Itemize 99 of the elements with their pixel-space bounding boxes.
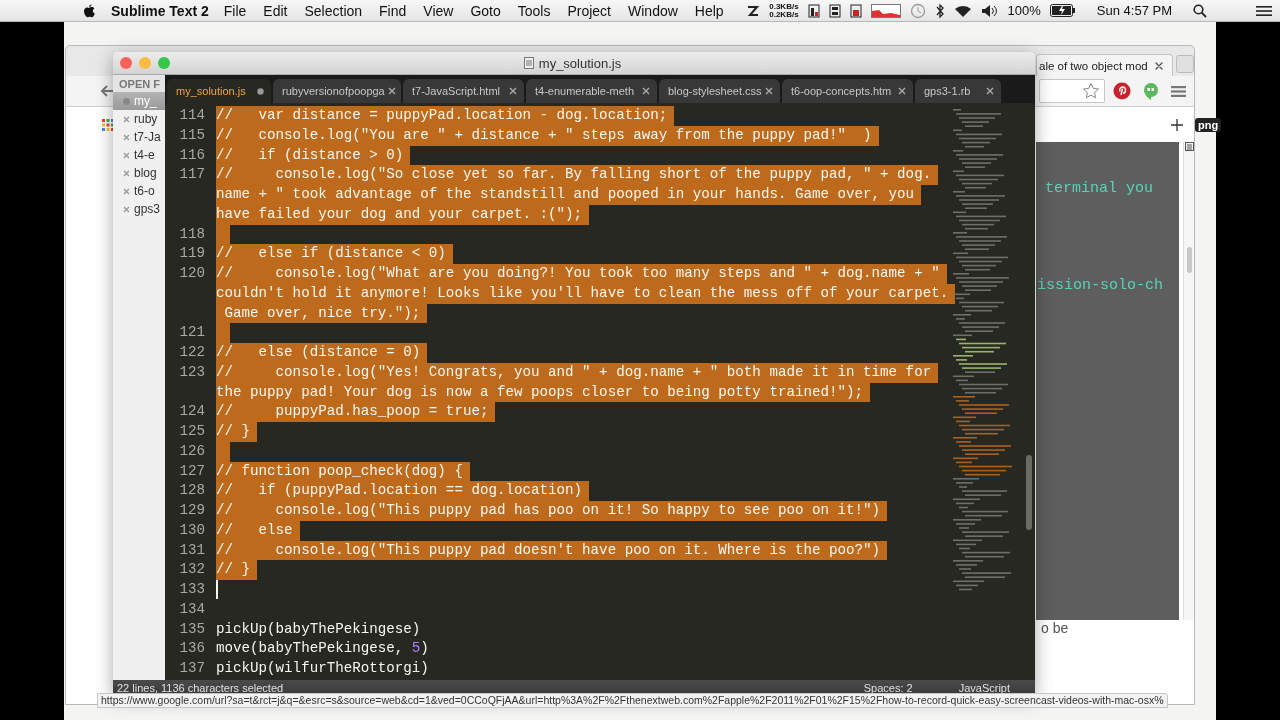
window-title: my_solution.js	[538, 55, 622, 71]
network-speed: 0.2KB/s	[769, 10, 799, 19]
line-number: 134	[178, 599, 206, 619]
wifi-icon[interactable]	[953, 3, 972, 18]
code-line: move(babyThePekingese, 5)	[216, 639, 429, 659]
close-icon[interactable]	[765, 87, 773, 95]
editor-tab[interactable]: t4-enumerable-meth	[526, 79, 657, 103]
line-number: 119	[178, 244, 206, 264]
editor-tab[interactable]: t6-oop-concepts.htm	[782, 79, 913, 103]
link-preview: https://www.google.com/url?sa=t&rct=j&q=&esrc=s&source=web&cd=1&ved=0CCoQFjAA&url=http%3A%2F%2Fthenextweb.com%2Fapple%2F2011%2F01%2F15%2Fhow-to-record-quick-easy-screencast-videos-with-mac-osx%	[97, 693, 1168, 708]
bluetooth-icon[interactable]	[934, 2, 945, 19]
network-speed: 0.3KB/s	[769, 2, 799, 11]
sidebar-header: OPEN F	[113, 75, 165, 92]
editor-tab[interactable]: my_solution.js	[167, 79, 271, 103]
line-number: 123	[178, 362, 206, 382]
line-number: 117	[178, 165, 206, 185]
menu-item[interactable]: Tools	[517, 2, 551, 19]
sidebar-item[interactable]: t6-o	[113, 182, 165, 200]
close-icon[interactable]	[986, 87, 994, 95]
menu-item[interactable]: Selection	[304, 2, 363, 19]
scrollbar-thumb[interactable]	[1186, 247, 1192, 273]
line-number: 118	[178, 224, 206, 244]
menu-item[interactable]: Goto	[470, 2, 501, 19]
battery-icon[interactable]	[1049, 4, 1076, 17]
pin-logo-icon[interactable]	[1113, 82, 1131, 100]
menu-item[interactable]: Help	[694, 2, 724, 19]
selection-status: 22 lines, 1136 characters selected	[117, 681, 284, 694]
line-number: 114	[178, 106, 206, 125]
search-icon[interactable]	[1193, 3, 1207, 18]
editor-tab[interactable]: blog-stylesheet.css	[659, 79, 780, 103]
app-name[interactable]: Sublime Text 2	[111, 2, 209, 19]
close-icon[interactable]	[509, 87, 517, 95]
menu-item[interactable]: Project	[567, 2, 611, 19]
line-number: 125	[178, 422, 206, 441]
line-number: 115	[178, 125, 206, 145]
line-number: 116	[178, 145, 206, 165]
line-number: 136	[178, 639, 206, 659]
line-number: 124	[178, 402, 206, 422]
line-number: 132	[178, 560, 206, 580]
page-text: o be	[1041, 620, 1069, 636]
menu-item[interactable]: Window	[628, 2, 678, 19]
sidebar-item[interactable]: t4-e	[113, 146, 165, 164]
close-icon[interactable]	[1153, 60, 1164, 71]
file-icon	[523, 57, 534, 69]
volume-icon[interactable]	[980, 3, 999, 18]
apple-icon[interactable]	[82, 2, 96, 19]
editor-tab[interactable]: t7-JavaScript.html	[403, 79, 524, 103]
editor-tab[interactable]: gps3-1.rb	[915, 79, 1001, 103]
scrollbar-thumb[interactable]	[1026, 455, 1032, 530]
sidebar-item[interactable]: ruby	[113, 110, 165, 128]
sidebar-item[interactable]: gps3	[113, 200, 165, 218]
editor-tab[interactable]: rubyversionofpoopga	[273, 79, 401, 103]
menu-icon[interactable]	[1171, 84, 1186, 98]
line-number: 130	[178, 520, 206, 540]
code-line: pickUp(babyThePekingese)	[216, 619, 421, 639]
line-number: 121	[178, 323, 206, 343]
cpu-graph-icon[interactable]	[870, 3, 901, 18]
line-number: 128	[178, 481, 206, 501]
back-arrow-icon[interactable]	[100, 84, 114, 98]
line-number: 127	[178, 461, 206, 481]
clock[interactable]: Sun 4:57 PM	[1096, 3, 1172, 18]
list-icon[interactable]	[1256, 4, 1272, 17]
code-line: // console.log("So close yet so far. By falling short of the puppy pad, " + dog. name + " took advantage of the standstill and pooped in your hands. Game over, you have failed your dog and your carpet. :(");	[216, 165, 939, 225]
line-number: 137	[178, 659, 206, 678]
star-icon[interactable]	[1082, 82, 1100, 100]
line-number: 120	[178, 264, 206, 283]
indentation-status[interactable]: Spaces: 2	[863, 681, 913, 694]
line-number: 122	[178, 343, 206, 362]
line-number: 131	[178, 540, 206, 560]
menu-item[interactable]: Find	[379, 2, 407, 19]
menu-item[interactable]: View	[423, 2, 454, 19]
browser-tab[interactable]: ale of two object mod	[1036, 54, 1173, 76]
dot-icon	[257, 87, 264, 95]
battery-percent: 100%	[1007, 3, 1041, 18]
terminal-text: ission-solo-ch	[1036, 277, 1165, 294]
line-number: 126	[178, 441, 206, 461]
line-number: 129	[178, 501, 206, 520]
plus-icon[interactable]	[1170, 117, 1184, 132]
sidebar-item[interactable]: t7-Ja	[113, 128, 165, 146]
syntax-status[interactable]: JavaScript	[958, 681, 1010, 694]
cpu-meter-icon[interactable]	[849, 3, 862, 18]
dot-icon	[123, 97, 130, 105]
close-icon[interactable]	[642, 87, 650, 95]
menu-item[interactable]: File	[223, 2, 247, 19]
file-label[interactable]: png	[1195, 118, 1222, 132]
terminal-text: terminal you	[1044, 180, 1155, 197]
code-line: pickUp(wilfurTheRottorgi)	[216, 659, 429, 678]
sidebar-item[interactable]: blog	[113, 164, 165, 182]
disk-meter-icon[interactable]	[828, 3, 841, 18]
line-number: 133	[178, 580, 206, 599]
line-number: 135	[178, 619, 206, 639]
close-icon[interactable]	[898, 87, 906, 95]
panel-icon[interactable]	[1184, 142, 1194, 151]
close-icon[interactable]	[387, 87, 396, 95]
menu-item[interactable]: Edit	[263, 2, 288, 19]
code-line: // console.log("Yes! Congrats, you and " + dog.name + " both made it in time for the puppy pad! Your dog is now a few poops closer to being potty trained!");	[216, 362, 939, 403]
clock-icon[interactable]	[909, 2, 926, 19]
code-line: // console.log("What are you doing?! You took too many steps and " + dog.name + " couldn't hold it anymore! Looks like you'll have to clean the mess off of your carpet. Game over, nice try.");	[216, 264, 956, 324]
memory-meter-icon[interactable]	[807, 3, 820, 18]
